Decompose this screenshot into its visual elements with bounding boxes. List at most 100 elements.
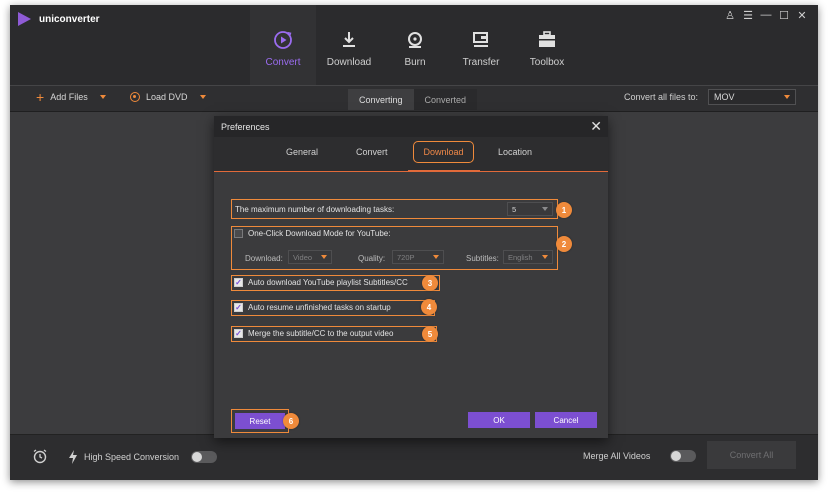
- add-files-button[interactable]: + Add Files: [36, 89, 106, 105]
- toolbox-icon: [536, 29, 558, 51]
- lightning-icon: [69, 450, 77, 464]
- add-files-label: Add Files: [50, 92, 88, 102]
- preferences-dialog: Preferences ✕ General Convert Download L…: [214, 116, 608, 438]
- tab-location[interactable]: Location: [498, 147, 532, 157]
- merge-all-videos: Merge All Videos: [583, 450, 697, 462]
- quality-select[interactable]: 720P: [392, 250, 444, 264]
- one-click-checkbox[interactable]: [234, 229, 243, 238]
- callout-badge-3: 3: [422, 275, 438, 291]
- high-speed-toggle[interactable]: [191, 451, 218, 463]
- chevron-down-icon: [542, 255, 548, 259]
- max-tasks-value: 5: [512, 204, 517, 214]
- main-nav: Convert Download Burn Transfer Toolbox: [250, 5, 580, 85]
- auto-resume-label: Auto resume unfinished tasks on startup: [248, 303, 391, 312]
- chevron-down-icon[interactable]: [199, 95, 206, 99]
- callout-badge-1: 1: [556, 202, 572, 218]
- conversion-tabs: Converting Converted: [348, 89, 478, 110]
- chevron-down-icon: [433, 255, 439, 259]
- high-speed-conversion: High Speed Conversion: [68, 450, 218, 464]
- auto-download-label: Auto download YouTube playlist Subtitles…: [248, 278, 408, 287]
- tab-converting[interactable]: Converting: [348, 89, 414, 110]
- active-tab-indicator: [408, 170, 480, 172]
- auto-download-checkbox[interactable]: ✓: [234, 278, 243, 287]
- window-controls: ♙ ☰ — ☐ ✕: [724, 9, 808, 22]
- nav-transfer-label: Transfer: [462, 57, 500, 68]
- app-logo: uniconverter: [18, 12, 100, 26]
- toolbar: + Add Files Load DVD Converting Converte…: [10, 85, 818, 112]
- download-type-value: Video: [293, 252, 313, 262]
- nav-download-label: Download: [326, 57, 372, 68]
- nav-download[interactable]: Download: [316, 5, 382, 85]
- nav-convert[interactable]: Convert: [250, 5, 316, 85]
- convert-all-to: Convert all files to: MOV: [624, 89, 796, 105]
- logo-icon: [18, 12, 31, 26]
- merge-all-label: Merge All Videos: [583, 451, 651, 461]
- nav-toolbox[interactable]: Toolbox: [514, 5, 580, 85]
- merge-subtitle-checkbox[interactable]: ✓: [234, 329, 243, 338]
- chevron-down-icon: [321, 255, 327, 259]
- download-icon: [338, 29, 360, 51]
- merge-all-toggle[interactable]: [670, 450, 697, 462]
- load-dvd-button[interactable]: Load DVD: [130, 92, 206, 102]
- merge-subtitle-label: Merge the subtitle/CC to the output vide…: [248, 329, 394, 338]
- auto-download-option[interactable]: ✓ Auto download YouTube playlist Subtitl…: [234, 278, 408, 287]
- burn-icon: [404, 29, 426, 51]
- title-bar: uniconverter ♙ ☰ — ☐ ✕ Convert Download: [10, 5, 818, 85]
- schedule-button[interactable]: [32, 448, 48, 464]
- plus-icon: +: [36, 89, 45, 105]
- transfer-icon: [470, 29, 492, 51]
- max-tasks-label: The maximum number of downloading tasks:: [235, 205, 395, 214]
- bottom-bar: High Speed Conversion Merge All Videos C…: [10, 434, 818, 480]
- one-click-label: One-Click Download Mode for YouTube:: [248, 229, 391, 238]
- quality-label: Quality:: [358, 254, 386, 263]
- download-label: Download:: [245, 254, 283, 263]
- quality-value: 720P: [397, 252, 415, 262]
- callout-badge-5: 5: [422, 326, 438, 342]
- subtitles-select[interactable]: English: [503, 250, 553, 264]
- close-icon[interactable]: ✕: [590, 118, 602, 135]
- dialog-title: Preferences: [221, 121, 270, 132]
- callout-badge-2: 2: [556, 236, 572, 252]
- tab-convert[interactable]: Convert: [356, 147, 388, 157]
- chevron-down-icon[interactable]: [99, 95, 106, 99]
- close-button[interactable]: ✕: [796, 9, 808, 22]
- tab-converted[interactable]: Converted: [413, 89, 478, 110]
- menu-icon[interactable]: ☰: [742, 9, 754, 22]
- reset-button[interactable]: Reset: [235, 413, 285, 429]
- maximize-button[interactable]: ☐: [778, 9, 790, 22]
- ok-button[interactable]: OK: [468, 412, 530, 428]
- output-format-select[interactable]: MOV: [708, 89, 796, 105]
- nav-convert-label: Convert: [265, 57, 301, 68]
- download-type-select[interactable]: Video: [288, 250, 332, 264]
- auto-resume-option[interactable]: ✓ Auto resume unfinished tasks on startu…: [234, 303, 391, 312]
- max-tasks-select[interactable]: 5: [507, 202, 553, 216]
- nav-transfer[interactable]: Transfer: [448, 5, 514, 85]
- output-format-value: MOV: [714, 92, 735, 102]
- one-click-option[interactable]: One-Click Download Mode for YouTube:: [234, 229, 390, 238]
- tab-download[interactable]: Download: [413, 141, 474, 163]
- cancel-button[interactable]: Cancel: [535, 412, 597, 428]
- subtitles-label: Subtitles:: [466, 254, 499, 263]
- convert-all-to-label: Convert all files to:: [623, 92, 698, 102]
- tab-general[interactable]: General: [286, 147, 318, 157]
- dvd-icon: [130, 92, 140, 102]
- merge-subtitle-option[interactable]: ✓ Merge the subtitle/CC to the output vi…: [234, 329, 393, 338]
- nav-toolbox-label: Toolbox: [529, 57, 565, 68]
- convert-all-button[interactable]: Convert All: [707, 441, 796, 469]
- nav-burn-label: Burn: [404, 57, 426, 68]
- load-dvd-label: Load DVD: [146, 92, 188, 102]
- auto-resume-checkbox[interactable]: ✓: [234, 303, 243, 312]
- chevron-down-icon: [784, 95, 790, 99]
- subtitles-value: English: [508, 252, 533, 262]
- dialog-header: Preferences ✕: [214, 116, 608, 137]
- callout-badge-4: 4: [421, 299, 437, 315]
- app-name: uniconverter: [39, 13, 100, 25]
- nav-burn[interactable]: Burn: [382, 5, 448, 85]
- dialog-tabs: General Convert Download Location: [214, 137, 608, 172]
- convert-icon: [272, 29, 294, 51]
- chevron-down-icon: [542, 207, 548, 211]
- alarm-clock-icon: [33, 449, 47, 464]
- user-icon[interactable]: ♙: [724, 9, 736, 22]
- callout-badge-6: 6: [283, 413, 299, 429]
- minimize-button[interactable]: —: [760, 9, 772, 22]
